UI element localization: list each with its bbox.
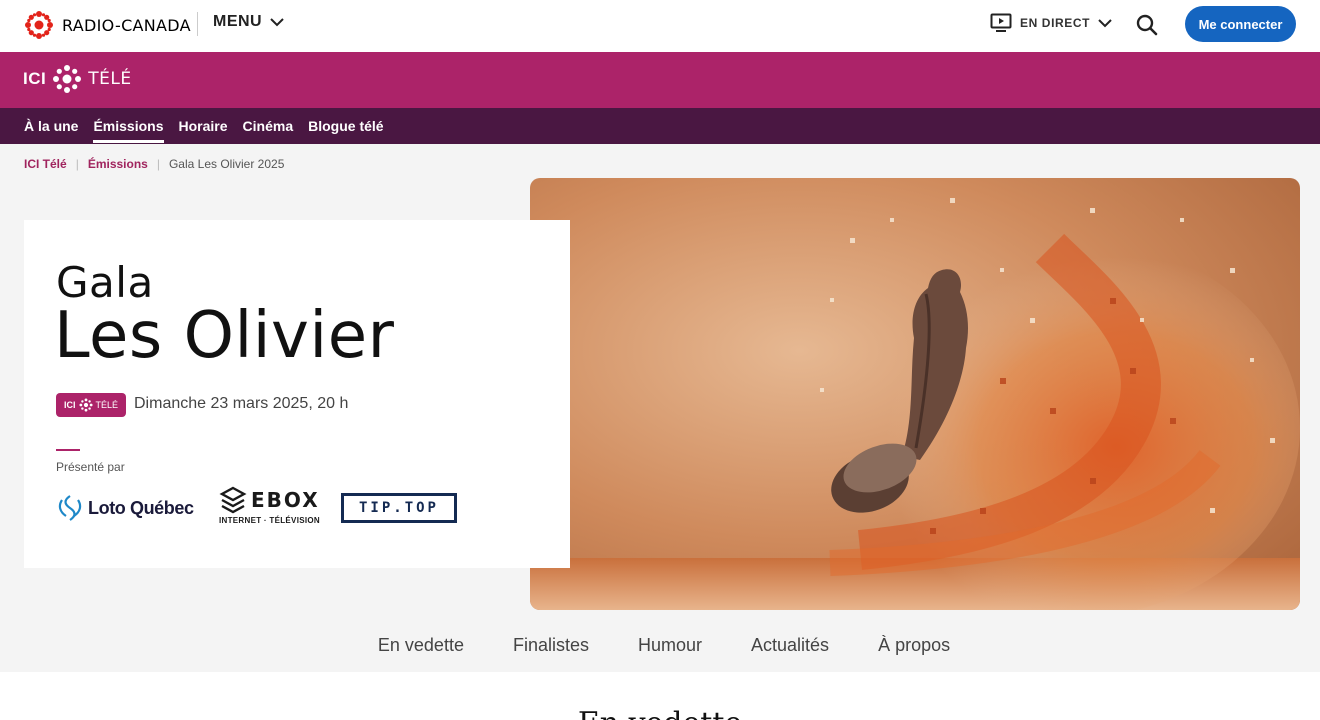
live-label: EN DIRECT: [1020, 16, 1091, 30]
tab-finalistes[interactable]: Finalistes: [513, 622, 589, 672]
tab-actualites[interactable]: Actualités: [751, 622, 829, 672]
chevron-down-icon: [270, 18, 284, 27]
ebox-icon: [219, 486, 247, 514]
breadcrumb-link-ici-tele[interactable]: ICI Télé: [24, 157, 67, 171]
show-title-line2: Les Olivier: [54, 299, 395, 373]
live-button[interactable]: EN DIRECT: [990, 13, 1112, 33]
tab-humour[interactable]: Humour: [638, 622, 702, 672]
channel-badge: ICI TÉLÉ: [56, 393, 126, 417]
accent-divider: [56, 449, 80, 451]
breadcrumb: ICI Télé | Émissions | Gala Les Olivier …: [24, 157, 284, 171]
nav-item-blogue-tele[interactable]: Blogue télé: [308, 108, 383, 144]
badge-tele: TÉLÉ: [95, 400, 119, 410]
section-nav: À la une Émissions Horaire Cinéma Blogue…: [0, 108, 1320, 144]
tab-en-vedette[interactable]: En vedette: [378, 622, 464, 672]
sponsor-logos: Loto Québec EBOX INTERNET · TÉLÉVISION T…: [56, 486, 476, 530]
nav-item-horaire[interactable]: Horaire: [179, 108, 228, 144]
tele-label: TÉLÉ: [88, 69, 132, 89]
search-icon: [1136, 14, 1158, 36]
show-info-card: Gala Les Olivier ICI TÉLÉ Dimanche 23 ma…: [24, 220, 570, 568]
sponsor-loto-quebec[interactable]: Loto Québec: [56, 494, 194, 522]
ici-gem-icon: [78, 398, 93, 412]
brand-name: RADIO-CANADA: [62, 15, 191, 35]
nav-item-cinema[interactable]: Cinéma: [243, 108, 294, 144]
ici-label: ICI: [23, 69, 47, 88]
breadcrumb-separator: |: [75, 157, 79, 171]
sponsor-ebox[interactable]: EBOX INTERNET · TÉLÉVISION: [219, 486, 329, 530]
radio-canada-gem-icon: [25, 11, 53, 39]
loto-quebec-icon: [58, 495, 82, 521]
show-sub-tabs: En vedette Finalistes Humour Actualités …: [0, 622, 1320, 672]
tab-a-propos[interactable]: À propos: [878, 622, 950, 672]
ebox-wordmark: EBOX: [251, 488, 320, 512]
badge-ici: ICI: [63, 400, 76, 410]
search-button[interactable]: [1134, 12, 1160, 38]
sponsor-tiptop[interactable]: TIP.TOP: [341, 493, 457, 523]
hero-image: [530, 178, 1300, 610]
nav-item-emissions[interactable]: Émissions: [93, 108, 164, 144]
breadcrumb-link-emissions[interactable]: Émissions: [88, 157, 148, 171]
top-header: RADIO-CANADA MENU EN DIRECT Me connecter: [0, 0, 1320, 52]
breadcrumb-current: Gala Les Olivier 2025: [168, 157, 285, 171]
divider: [197, 12, 198, 36]
chevron-down-icon: [1098, 19, 1112, 28]
live-tv-icon: [990, 13, 1012, 32]
login-button[interactable]: Me connecter: [1185, 6, 1296, 42]
ebox-tagline: INTERNET · TÉLÉVISION: [219, 516, 320, 525]
menu-button[interactable]: MENU: [213, 13, 284, 31]
statuette-confetti-illustration: [530, 178, 1300, 610]
ici-gem-icon: [53, 65, 82, 93]
main-content: En vedette: [0, 672, 1320, 720]
nav-item-a-la-une[interactable]: À la une: [24, 108, 78, 144]
ici-tele-banner: ICI TÉLÉ: [0, 52, 1320, 108]
air-date: Dimanche 23 mars 2025, 20 h: [134, 395, 349, 412]
section-heading: En vedette: [0, 706, 1320, 720]
presented-by-label: Présenté par: [56, 460, 125, 474]
ici-tele-logo[interactable]: ICI TÉLÉ: [23, 64, 132, 94]
menu-label: MENU: [213, 13, 263, 30]
radio-canada-logo[interactable]: RADIO-CANADA: [24, 10, 191, 40]
show-title-line1: Gala: [56, 258, 154, 307]
breadcrumb-separator: |: [156, 157, 160, 171]
loto-quebec-wordmark: Loto Québec: [88, 497, 194, 518]
